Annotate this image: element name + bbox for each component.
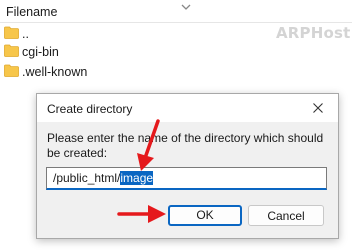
input-path-prefix: /public_html/ <box>53 171 121 185</box>
folder-icon <box>4 64 19 80</box>
folder-icon <box>4 44 19 60</box>
cancel-button[interactable]: Cancel <box>248 205 324 226</box>
arrow-annotation <box>137 119 160 171</box>
dialog-titlebar[interactable]: Create directory <box>37 94 338 122</box>
file-row-name: cgi-bin <box>22 45 59 59</box>
ok-button[interactable]: OK <box>168 205 242 226</box>
directory-name-value: /public_html/image <box>53 171 154 185</box>
dialog-title: Create directory <box>47 102 133 116</box>
brand-watermark: ARPHost <box>276 24 351 42</box>
chevron-down-icon[interactable] <box>181 0 191 14</box>
folder-icon <box>4 26 19 42</box>
filename-column-label: Filename <box>6 5 58 19</box>
create-directory-dialog: Create directory Please enter the name o… <box>36 93 339 239</box>
dialog-prompt: Please enter the name of the directory w… <box>47 131 324 160</box>
input-selected-text: image <box>120 171 154 185</box>
directory-name-input[interactable]: /public_html/image <box>46 167 327 190</box>
file-row-name: .well-known <box>22 65 88 79</box>
arrow-annotation <box>117 205 166 223</box>
file-row-name: .. <box>22 27 29 41</box>
close-icon[interactable] <box>312 102 324 117</box>
filename-column-header[interactable]: Filename <box>0 0 352 23</box>
